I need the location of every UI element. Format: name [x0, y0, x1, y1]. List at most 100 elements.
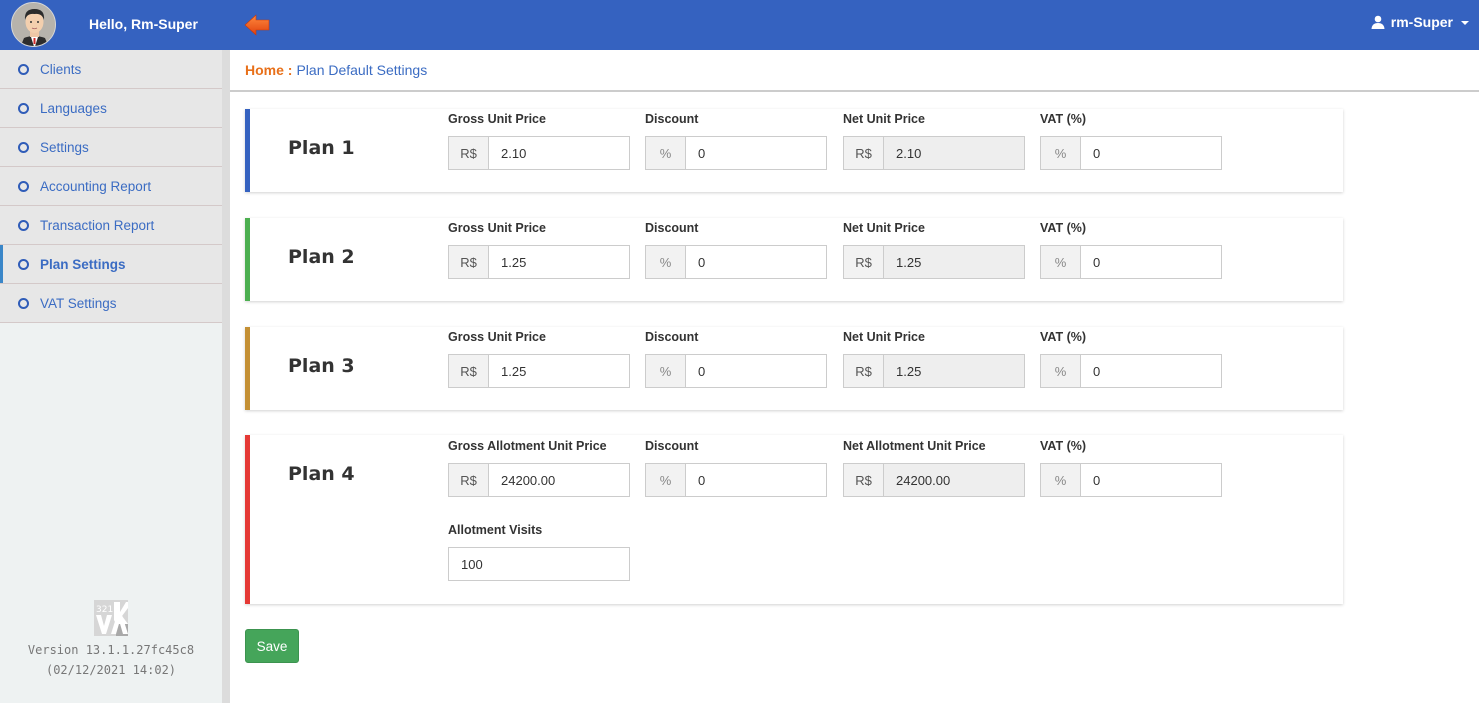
field-label: Net Unit Price	[843, 112, 925, 126]
discount-input[interactable]	[686, 137, 826, 169]
version-text: Version 13.1.1.27fc45c8	[27, 643, 195, 657]
gross-price-field: Gross Unit Price R$	[448, 330, 630, 388]
field-label: Discount	[645, 330, 699, 344]
vat-input[interactable]	[1081, 137, 1221, 169]
vat-input[interactable]	[1081, 246, 1221, 278]
currency-addon: R$	[449, 246, 489, 278]
percent-addon: %	[1041, 246, 1081, 278]
gross-price-field: Gross Unit Price R$	[448, 221, 630, 279]
field-label: Gross Unit Price	[448, 330, 546, 344]
breadcrumb-home[interactable]: Home :	[245, 62, 292, 78]
plan-card-2: Plan 2 Gross Unit Price R$ Discount % Ne…	[245, 218, 1343, 301]
vat-field: VAT (%) %	[1040, 439, 1222, 497]
currency-addon: R$	[449, 355, 489, 387]
gross-price-input[interactable]	[489, 246, 629, 278]
top-bar: Hello, Rm-Super rm-Super	[0, 0, 1479, 50]
currency-addon: R$	[844, 246, 884, 278]
circle-icon	[18, 219, 29, 231]
sidebar-item-label: Languages	[40, 100, 107, 116]
app-logo-icon: 321	[94, 600, 128, 636]
back-arrow-icon[interactable]	[244, 14, 270, 36]
currency-addon: R$	[449, 137, 489, 169]
field-label: Gross Allotment Unit Price	[448, 439, 607, 453]
sidebar-item-settings[interactable]: Settings	[0, 128, 222, 167]
user-menu-label: rm-Super	[1390, 14, 1453, 30]
field-label: Net Unit Price	[843, 221, 925, 235]
plan-title: Plan 3	[288, 355, 355, 377]
gross-allotment-price-input[interactable]	[489, 464, 629, 496]
field-label: Gross Unit Price	[448, 112, 546, 126]
circle-icon	[18, 297, 29, 309]
discount-input[interactable]	[686, 464, 826, 496]
net-price-input	[884, 355, 1024, 387]
version-info: 321 Version 13.1.1.27fc45c8 (02/12/2021 …	[0, 600, 222, 680]
field-label: Net Unit Price	[843, 330, 925, 344]
user-avatar-icon	[12, 3, 55, 46]
circle-icon	[18, 180, 29, 192]
net-price-input	[884, 137, 1024, 169]
circle-icon	[18, 141, 29, 153]
field-label: Discount	[645, 221, 699, 235]
discount-field: Discount %	[645, 330, 827, 388]
user-icon	[1371, 15, 1385, 29]
field-label: Discount	[645, 112, 699, 126]
user-menu[interactable]: rm-Super	[1371, 14, 1469, 30]
breadcrumb: Home : Plan Default Settings	[230, 50, 1479, 92]
field-label: VAT (%)	[1040, 439, 1087, 453]
vat-input[interactable]	[1081, 464, 1221, 496]
discount-input[interactable]	[686, 246, 826, 278]
discount-field: Discount %	[645, 221, 827, 279]
sidebar-item-vat-settings[interactable]: VAT Settings	[0, 284, 222, 323]
currency-addon: R$	[449, 464, 489, 496]
sidebar-item-transaction-report[interactable]: Transaction Report	[0, 206, 222, 245]
greeting: Hello, Rm-Super	[89, 16, 198, 32]
currency-addon: R$	[844, 355, 884, 387]
percent-addon: %	[646, 137, 686, 169]
discount-input[interactable]	[686, 355, 826, 387]
circle-icon	[18, 102, 29, 114]
percent-addon: %	[646, 246, 686, 278]
sidebar-item-clients[interactable]: Clients	[0, 50, 222, 89]
allotment-visits-input[interactable]	[449, 548, 629, 580]
plan-card-3: Plan 3 Gross Unit Price R$ Discount % Ne…	[245, 327, 1343, 410]
sidebar-item-label: Plan Settings	[40, 256, 126, 272]
sidebar-item-label: Settings	[40, 139, 89, 155]
field-label: Allotment Visits	[448, 523, 543, 537]
vat-input[interactable]	[1081, 355, 1221, 387]
field-label: Net Allotment Unit Price	[843, 439, 986, 453]
save-button[interactable]: Save	[245, 629, 299, 663]
build-date: (02/12/2021 14:02)	[45, 663, 177, 677]
currency-addon: R$	[844, 464, 884, 496]
gross-price-field: Gross Unit Price R$	[448, 112, 630, 170]
sidebar-item-label: Transaction Report	[40, 217, 155, 233]
vat-field: VAT (%) %	[1040, 330, 1222, 388]
discount-field: Discount %	[645, 112, 827, 170]
percent-addon: %	[646, 355, 686, 387]
sidebar: Clients Languages Settings Accounting Re…	[0, 50, 230, 703]
allotment-visits-field: Allotment Visits	[448, 523, 630, 581]
field-label: Discount	[645, 439, 699, 453]
gross-price-input[interactable]	[489, 355, 629, 387]
plan-title: Plan 4	[288, 463, 355, 485]
vat-field: VAT (%) %	[1040, 112, 1222, 170]
sidebar-item-languages[interactable]: Languages	[0, 89, 222, 128]
sidebar-item-label: VAT Settings	[40, 295, 117, 311]
net-allotment-price-input	[884, 464, 1024, 496]
net-price-input	[884, 246, 1024, 278]
field-label: VAT (%)	[1040, 221, 1087, 235]
net-allotment-price-field: Net Allotment Unit Price R$	[843, 439, 1025, 497]
field-label: VAT (%)	[1040, 112, 1087, 126]
plan-title: Plan 2	[288, 246, 355, 268]
avatar[interactable]	[11, 2, 56, 47]
gross-price-input[interactable]	[489, 137, 629, 169]
sidebar-item-accounting-report[interactable]: Accounting Report	[0, 167, 222, 206]
sidebar-item-label: Clients	[40, 61, 82, 77]
sidebar-item-plan-settings[interactable]: Plan Settings	[0, 245, 222, 284]
percent-addon: %	[1041, 355, 1081, 387]
currency-addon: R$	[844, 137, 884, 169]
sidebar-item-label: Accounting Report	[40, 178, 152, 194]
net-price-field: Net Unit Price R$	[843, 221, 1025, 279]
discount-field: Discount %	[645, 439, 827, 497]
svg-text:321: 321	[96, 605, 113, 615]
percent-addon: %	[646, 464, 686, 496]
